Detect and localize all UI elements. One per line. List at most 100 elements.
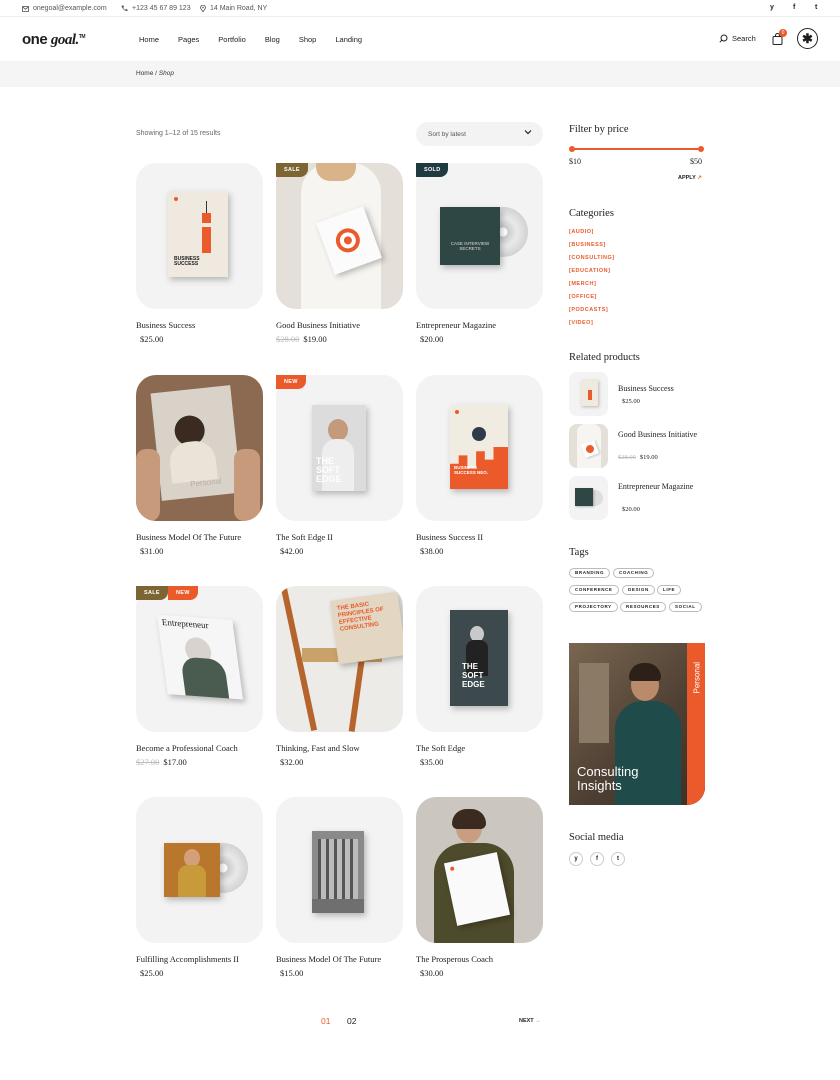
current-price: $25.00 xyxy=(140,334,164,344)
related-products-title: Related products xyxy=(569,352,640,363)
book-cover-title: BUSINESS SUCCESS xyxy=(174,256,200,267)
nav-pages[interactable]: Pages xyxy=(178,35,199,44)
filter-price-title: Filter by price xyxy=(569,124,629,135)
facebook-icon[interactable]: f xyxy=(793,4,795,11)
contact-address[interactable]: 14 Main Road, NY xyxy=(200,5,267,12)
person-neck xyxy=(316,163,356,181)
page-1[interactable]: 01 xyxy=(321,1016,330,1026)
tumblr-icon[interactable]: t xyxy=(611,852,625,866)
current-price: $19.00 xyxy=(303,334,327,344)
search-button[interactable]: Search xyxy=(719,34,756,43)
new-badge: NEW xyxy=(168,586,198,600)
related-product-price: $20.00 xyxy=(618,506,640,513)
price-range-slider[interactable] xyxy=(569,146,704,152)
related-product-name[interactable]: Entrepreneur Magazine xyxy=(618,482,708,492)
tag-conference[interactable]: CONFERENCE xyxy=(569,585,619,595)
product-name[interactable]: Thinking, Fast and Slow xyxy=(276,743,360,753)
product-name[interactable]: Become a Professional Coach xyxy=(136,743,238,753)
product-price: $28.00 $19.00 xyxy=(276,334,327,344)
category-podcasts[interactable]: [PODCASTS] xyxy=(569,307,608,313)
price-max-handle[interactable] xyxy=(698,146,704,152)
product-image[interactable]: THE SOFT EDGE xyxy=(276,375,403,521)
breadcrumb-home[interactable]: Home xyxy=(136,70,153,77)
product-image[interactable]: CASE INTERVIEW SECRETS xyxy=(416,163,543,309)
nav-blog[interactable]: Blog xyxy=(265,35,280,44)
product-image[interactable] xyxy=(136,797,263,943)
cd-cover xyxy=(164,843,220,897)
category-video[interactable]: [VIDEO] xyxy=(569,320,593,326)
tags-title: Tags xyxy=(569,547,589,558)
promo-person-hair xyxy=(629,663,661,681)
related-product-image[interactable] xyxy=(569,476,608,520)
promo-banner[interactable]: Personal Consulting Insights xyxy=(569,643,705,805)
product-image[interactable]: BUSINESS SUCCESS xyxy=(136,163,263,309)
old-price: $27.00 xyxy=(136,757,160,767)
tag-design[interactable]: DESIGN xyxy=(622,585,655,595)
breadcrumb: Home / Shop xyxy=(136,70,174,77)
current-price: $15.00 xyxy=(280,968,304,978)
product-name[interactable]: The Soft Edge II xyxy=(276,532,333,542)
price-min-handle[interactable] xyxy=(569,146,575,152)
contact-email[interactable]: onegoal@example.com xyxy=(22,5,107,12)
related-product-image[interactable] xyxy=(569,372,608,416)
logo[interactable]: one goal.TM xyxy=(22,31,86,49)
product-name[interactable]: Business Model Of The Future xyxy=(276,954,381,964)
related-product-name[interactable]: Business Success xyxy=(618,384,708,394)
tag-projectory[interactable]: PROJECTORY xyxy=(569,602,618,612)
next-page-button[interactable]: NEXT → xyxy=(519,1018,541,1024)
apply-button[interactable]: APPLY ↗ xyxy=(678,175,702,181)
nav-home[interactable]: Home xyxy=(139,35,159,44)
tumblr-icon[interactable]: t xyxy=(815,4,817,11)
nav-shop[interactable]: Shop xyxy=(299,35,317,44)
sort-select[interactable]: Sort by latest xyxy=(416,122,543,146)
tag-resources[interactable]: RESOURCES xyxy=(620,602,666,612)
related-product-item: Good Business Initiative $28.00 $19.00 xyxy=(569,424,709,468)
sold-badge: SOLD xyxy=(416,163,449,177)
product-name[interactable]: Business Success xyxy=(136,320,195,330)
top-bar: onegoal@example.com +123 45 67 89 123 14… xyxy=(0,0,840,17)
tag-coaching[interactable]: COACHING xyxy=(613,568,655,578)
product-image[interactable]: Entrepreneur xyxy=(136,586,263,732)
twitter-icon[interactable]: y xyxy=(770,4,774,11)
menu-toggle-button[interactable]: ✱ xyxy=(797,28,818,49)
product-name[interactable]: Good Business Initiative xyxy=(276,320,360,330)
category-merch[interactable]: [MERCH] xyxy=(569,281,596,287)
related-product-name[interactable]: Good Business Initiative xyxy=(618,430,708,440)
contact-phone[interactable]: +123 45 67 89 123 xyxy=(121,5,191,12)
product-price: $15.00 xyxy=(276,968,303,978)
category-audio[interactable]: [AUDIO] xyxy=(569,229,594,235)
product-image[interactable] xyxy=(416,797,543,943)
product-name[interactable]: Business Model Of The Future xyxy=(136,532,241,542)
category-office[interactable]: [OFFICE] xyxy=(569,294,597,300)
product-image[interactable]: THE BASIC PRINCIPLES OF EFFECTIVE CONSUL… xyxy=(276,586,403,732)
cart-button[interactable]: 0 xyxy=(772,29,787,45)
product-image[interactable]: Personal xyxy=(136,375,263,521)
product-image[interactable] xyxy=(276,797,403,943)
tag-branding[interactable]: BRANDING xyxy=(569,568,611,578)
product-name[interactable]: Business Success II xyxy=(416,532,483,542)
category-consulting[interactable]: [CONSULTING] xyxy=(569,255,615,261)
facebook-icon[interactable]: f xyxy=(590,852,604,866)
product-image[interactable]: THE SOFT EDGE xyxy=(416,586,543,732)
page-2[interactable]: 02 xyxy=(347,1016,356,1026)
product-name[interactable]: Fulfilling Accomplishments II xyxy=(136,954,239,964)
nav-landing[interactable]: Landing xyxy=(335,35,362,44)
product-name[interactable]: Entrepreneur Magazine xyxy=(416,320,496,330)
sale-badge: SALE xyxy=(276,163,308,177)
product-name[interactable]: The Prosperous Coach xyxy=(416,954,493,964)
nav-portfolio[interactable]: Portfolio xyxy=(218,35,246,44)
tag-social[interactable]: SOCIAL xyxy=(669,602,702,612)
twitter-icon[interactable]: y xyxy=(569,852,583,866)
related-product-image[interactable] xyxy=(569,424,608,468)
logo-main: one xyxy=(22,31,48,48)
category-education[interactable]: [EDUCATION] xyxy=(569,268,610,274)
tag-life[interactable]: LIFE xyxy=(657,585,682,595)
breadcrumb-current: Shop xyxy=(158,70,174,77)
category-business[interactable]: [BUSINESS] xyxy=(569,242,606,248)
next-label: NEXT xyxy=(519,1018,534,1024)
magazine: Personal xyxy=(150,385,242,501)
product-image[interactable]: BUSINESS SUCCESS NEO. xyxy=(416,375,543,521)
current-price: $35.00 xyxy=(420,757,444,767)
product-image[interactable] xyxy=(276,163,403,309)
product-name[interactable]: The Soft Edge xyxy=(416,743,465,753)
